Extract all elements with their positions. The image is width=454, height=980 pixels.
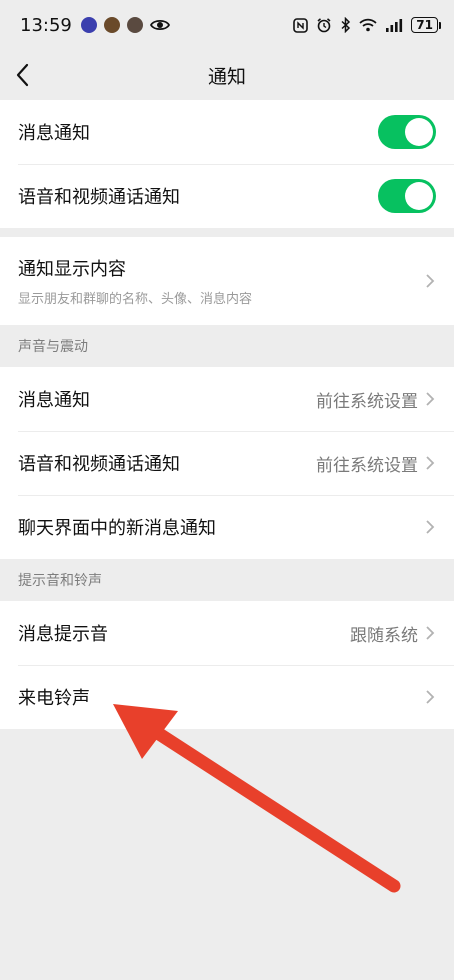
sound-vibration-group: 消息通知 前往系统设置 语音和视频通话通知 前往系统设置 聊天界面中的新消息通知 <box>0 367 454 559</box>
notification-toggles-group: 消息通知 语音和视频通话通知 <box>0 100 454 228</box>
chevron-right-icon <box>426 626 435 640</box>
sound-message-value: 前往系统设置 <box>316 391 418 412</box>
chevron-right-icon <box>426 690 435 704</box>
message-tone-label: 消息提示音 <box>18 624 108 645</box>
display-content-row[interactable]: 通知显示内容 显示朋友和群聊的名称、头像、消息内容 <box>0 237 454 325</box>
page-title: 通知 <box>207 65 246 88</box>
display-content-sublabel: 显示朋友和群聊的名称、头像、消息内容 <box>18 292 253 307</box>
chevron-right-icon <box>426 392 435 406</box>
ringtones-group: 消息提示音 跟随系统 来电铃声 <box>0 601 454 729</box>
app-notification-icon <box>80 17 97 33</box>
ringtone-row[interactable]: 来电铃声 <box>0 665 454 729</box>
message-tone-row[interactable]: 消息提示音 跟随系统 <box>0 601 454 665</box>
sound-message-right: 前往系统设置 <box>316 387 436 412</box>
chat-new-message-row[interactable]: 聊天界面中的新消息通知 <box>0 495 454 559</box>
bluetooth-icon <box>341 17 351 33</box>
app-notification-icon <box>126 17 143 33</box>
sound-call-row[interactable]: 语音和视频通话通知 前往系统设置 <box>0 431 454 495</box>
status-bar: 13:59 71 <box>0 0 454 50</box>
status-time: 13:59 <box>20 14 72 36</box>
toggle-knob <box>405 118 433 146</box>
call-notification-label: 语音和视频通话通知 <box>18 187 180 208</box>
wifi-icon <box>359 18 377 32</box>
chevron-right-icon <box>426 456 435 470</box>
chevron-right-icon <box>426 520 435 534</box>
message-tone-right: 跟随系统 <box>350 621 436 646</box>
sound-vibration-header: 声音与震动 <box>18 339 88 355</box>
sound-message-row[interactable]: 消息通知 前往系统设置 <box>0 367 454 431</box>
display-content-text: 通知显示内容 显示朋友和群聊的名称、头像、消息内容 <box>18 255 252 307</box>
status-right: 71 <box>293 17 441 33</box>
nav-bar: 通知 <box>0 50 454 100</box>
ringtone-label: 来电铃声 <box>18 688 90 709</box>
app-notification-icon <box>103 17 120 33</box>
message-notification-label: 消息通知 <box>18 123 90 144</box>
ringtones-header: 提示音和铃声 <box>18 573 102 589</box>
sound-call-label: 语音和视频通话通知 <box>18 454 180 475</box>
call-notification-row[interactable]: 语音和视频通话通知 <box>0 164 454 228</box>
signal-icon <box>386 19 403 32</box>
chevron-right-icon <box>426 274 435 288</box>
nfc-icon <box>293 17 309 33</box>
message-tone-value: 跟随系统 <box>350 625 418 646</box>
chat-new-message-label: 聊天界面中的新消息通知 <box>18 518 216 539</box>
eye-icon <box>149 19 170 31</box>
display-content-group: 通知显示内容 显示朋友和群聊的名称、头像、消息内容 <box>0 237 454 325</box>
group-separator <box>0 228 454 237</box>
sound-call-value: 前往系统设置 <box>316 455 418 476</box>
back-arrow-icon[interactable] <box>12 62 36 88</box>
alarm-icon <box>317 18 331 33</box>
battery-indicator: 71 <box>411 17 441 33</box>
display-content-label: 通知显示内容 <box>18 259 126 280</box>
status-left: 13:59 <box>20 15 170 36</box>
toggle-knob <box>405 182 433 210</box>
call-notification-toggle[interactable] <box>378 179 436 213</box>
sound-message-label: 消息通知 <box>18 390 90 411</box>
message-notification-row[interactable]: 消息通知 <box>0 100 454 164</box>
sound-call-right: 前往系统设置 <box>316 451 436 476</box>
message-notification-toggle[interactable] <box>378 115 436 149</box>
